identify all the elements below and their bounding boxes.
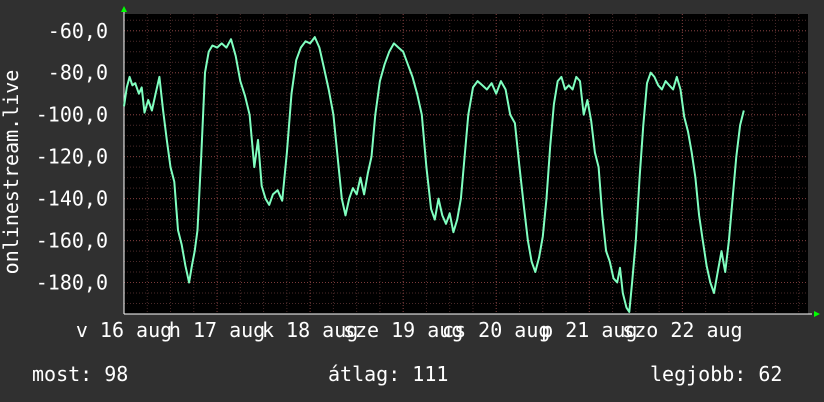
stat-current: most: 98	[32, 362, 129, 386]
x-axis-arrow	[814, 311, 820, 317]
x-tick-label: cs 20 aug	[442, 318, 550, 342]
y-tick-label: -100,0	[36, 103, 108, 127]
y-tick-label: -180,0	[36, 271, 108, 295]
y-tick-label: -140,0	[36, 187, 108, 211]
x-tick-label: h 17 aug	[169, 318, 265, 342]
y-tick-label: -160,0	[36, 229, 108, 253]
line-chart: -60,0 -80,0 -100,0 -120,0 -140,0 -160,0 -180,0…	[0, 6, 820, 342]
stat-average: átlag: 111	[328, 362, 449, 386]
y-tick-label: -60,0	[48, 19, 108, 43]
stat-max: legjobb: 62	[650, 362, 783, 386]
y-axis-label: onlinestream.live	[0, 70, 23, 275]
y-tick-label: -80,0	[48, 61, 108, 85]
y-tick-label: -120,0	[36, 145, 108, 169]
y-tick-labels: -60,0 -80,0 -100,0 -120,0 -140,0 -160,0 -180,0	[36, 19, 108, 295]
x-tick-label: szo 22 aug	[622, 318, 742, 342]
y-axis-arrow	[121, 6, 127, 12]
chart-container: -60,0 -80,0 -100,0 -120,0 -140,0 -160,0 -180,0…	[0, 0, 824, 402]
x-tick-label: v 16 aug	[76, 318, 172, 342]
x-tick-labels: v 16 augh 17 augk 18 augsze 19 augcs 20 …	[76, 318, 743, 342]
